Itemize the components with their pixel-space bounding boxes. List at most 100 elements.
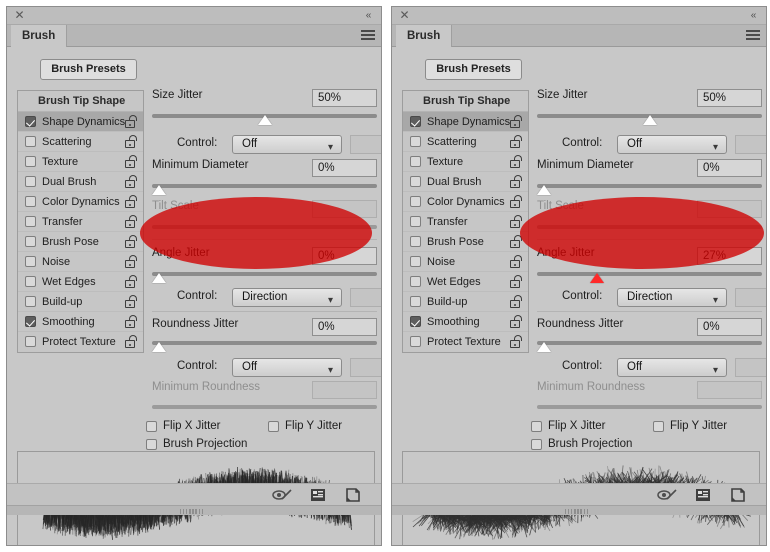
roundness-jitter-slider-thumb[interactable] bbox=[152, 342, 166, 352]
minimum-diameter-slider[interactable] bbox=[537, 184, 762, 188]
lock-icon[interactable] bbox=[125, 295, 137, 309]
lock-icon[interactable] bbox=[510, 275, 522, 289]
checkbox-box[interactable] bbox=[531, 421, 542, 432]
lock-icon[interactable] bbox=[125, 215, 137, 229]
lock-icon[interactable] bbox=[125, 315, 137, 329]
tab-brush[interactable]: Brush bbox=[11, 25, 68, 47]
checkbox-protect-texture[interactable] bbox=[410, 336, 421, 347]
panel-resize-gripbar[interactable] bbox=[392, 505, 766, 515]
option-row-transfer[interactable]: Transfer bbox=[403, 212, 528, 232]
checkbox-brush-pose[interactable] bbox=[25, 236, 36, 247]
option-row-transfer[interactable]: Transfer bbox=[18, 212, 143, 232]
angle-jitter-value[interactable]: 27% bbox=[697, 247, 762, 265]
option-row-shape-dynamics[interactable]: Shape Dynamics bbox=[18, 112, 143, 132]
option-row-wet-edges[interactable]: Wet Edges bbox=[18, 272, 143, 292]
option-row-scattering[interactable]: Scattering bbox=[18, 132, 143, 152]
lock-icon[interactable] bbox=[510, 215, 522, 229]
lock-icon[interactable] bbox=[510, 115, 522, 129]
lock-icon[interactable] bbox=[510, 195, 522, 209]
checkbox-color-dynamics[interactable] bbox=[410, 196, 421, 207]
lock-icon[interactable] bbox=[125, 235, 137, 249]
lock-icon[interactable] bbox=[510, 175, 522, 189]
roundness-jitter-value[interactable]: 0% bbox=[697, 318, 762, 336]
option-row-smoothing[interactable]: Smoothing bbox=[403, 312, 528, 332]
close-icon[interactable]: ✕ bbox=[398, 9, 411, 22]
checkbox-wet-edges[interactable] bbox=[410, 276, 421, 287]
option-row-brush-pose[interactable]: Brush Pose bbox=[18, 232, 143, 252]
collapse-chevrons-icon[interactable]: « bbox=[746, 10, 760, 22]
option-header-brush-tip-shape[interactable]: Brush Tip Shape bbox=[403, 91, 528, 112]
roundness-control-select[interactable]: Off ▾ bbox=[232, 358, 342, 377]
toggle-brush-preview-icon[interactable] bbox=[272, 487, 294, 503]
lock-icon[interactable] bbox=[510, 295, 522, 309]
checkbox-texture[interactable] bbox=[25, 156, 36, 167]
option-row-build-up[interactable]: Build-up bbox=[18, 292, 143, 312]
minimum-diameter-slider-thumb[interactable] bbox=[537, 185, 551, 195]
option-row-scattering[interactable]: Scattering bbox=[403, 132, 528, 152]
checkbox-smoothing[interactable] bbox=[25, 316, 36, 327]
minimum-diameter-value[interactable]: 0% bbox=[697, 159, 762, 177]
checkbox-wet-edges[interactable] bbox=[25, 276, 36, 287]
tab-brush[interactable]: Brush bbox=[396, 25, 453, 47]
checkbox-noise[interactable] bbox=[25, 256, 36, 267]
brush-presets-panel-icon[interactable] bbox=[695, 487, 711, 503]
option-row-color-dynamics[interactable]: Color Dynamics bbox=[403, 192, 528, 212]
checkbox-build-up[interactable] bbox=[410, 296, 421, 307]
checkbox-box[interactable] bbox=[531, 439, 542, 450]
option-row-smoothing[interactable]: Smoothing bbox=[18, 312, 143, 332]
checkbox-box[interactable] bbox=[268, 421, 279, 432]
size-jitter-value[interactable]: 50% bbox=[312, 89, 377, 107]
checkbox-protect-texture[interactable] bbox=[25, 336, 36, 347]
checkbox-noise[interactable] bbox=[410, 256, 421, 267]
lock-icon[interactable] bbox=[125, 335, 137, 349]
checkbox-scattering[interactable] bbox=[410, 136, 421, 147]
checkbox-smoothing[interactable] bbox=[410, 316, 421, 327]
size-jitter-slider-thumb[interactable] bbox=[258, 115, 272, 125]
checkbox-dual-brush[interactable] bbox=[410, 176, 421, 187]
angle-jitter-slider-thumb[interactable] bbox=[590, 273, 604, 283]
checkbox-transfer[interactable] bbox=[25, 216, 36, 227]
option-row-brush-pose[interactable]: Brush Pose bbox=[403, 232, 528, 252]
lock-icon[interactable] bbox=[510, 155, 522, 169]
brush-presets-panel-icon[interactable] bbox=[310, 487, 326, 503]
lock-icon[interactable] bbox=[125, 275, 137, 289]
close-icon[interactable]: ✕ bbox=[13, 9, 26, 22]
panel-menu-icon[interactable] bbox=[361, 30, 375, 41]
minimum-diameter-slider-thumb[interactable] bbox=[152, 185, 166, 195]
checkbox-brush-pose[interactable] bbox=[410, 236, 421, 247]
collapse-chevrons-icon[interactable]: « bbox=[361, 10, 375, 22]
roundness-control-select[interactable]: Off ▾ bbox=[617, 358, 727, 377]
angle-jitter-value[interactable]: 0% bbox=[312, 247, 377, 265]
roundness-jitter-slider-thumb[interactable] bbox=[537, 342, 551, 352]
option-row-color-dynamics[interactable]: Color Dynamics bbox=[18, 192, 143, 212]
panel-menu-icon[interactable] bbox=[746, 30, 760, 41]
option-row-build-up[interactable]: Build-up bbox=[403, 292, 528, 312]
checkbox-color-dynamics[interactable] bbox=[25, 196, 36, 207]
checkbox-transfer[interactable] bbox=[410, 216, 421, 227]
checkbox-scattering[interactable] bbox=[25, 136, 36, 147]
checkbox-shape-dynamics[interactable] bbox=[410, 116, 421, 127]
toggle-brush-preview-icon[interactable] bbox=[657, 487, 679, 503]
checkbox-box[interactable] bbox=[146, 439, 157, 450]
roundness-jitter-slider[interactable] bbox=[152, 341, 377, 345]
lock-icon[interactable] bbox=[510, 255, 522, 269]
roundness-jitter-value[interactable]: 0% bbox=[312, 318, 377, 336]
lock-icon[interactable] bbox=[125, 135, 137, 149]
angle-jitter-slider[interactable] bbox=[537, 272, 762, 276]
option-row-shape-dynamics[interactable]: Shape Dynamics bbox=[403, 112, 528, 132]
option-row-noise[interactable]: Noise bbox=[18, 252, 143, 272]
option-row-texture[interactable]: Texture bbox=[18, 152, 143, 172]
minimum-diameter-value[interactable]: 0% bbox=[312, 159, 377, 177]
angle-jitter-slider[interactable] bbox=[152, 272, 377, 276]
lock-icon[interactable] bbox=[125, 255, 137, 269]
size-control-select[interactable]: Off ▾ bbox=[232, 135, 342, 154]
lock-icon[interactable] bbox=[510, 135, 522, 149]
lock-icon[interactable] bbox=[510, 335, 522, 349]
angle-jitter-slider-thumb[interactable] bbox=[152, 273, 166, 283]
option-row-wet-edges[interactable]: Wet Edges bbox=[403, 272, 528, 292]
brush-presets-button[interactable]: Brush Presets bbox=[425, 59, 522, 80]
size-jitter-value[interactable]: 50% bbox=[697, 89, 762, 107]
option-row-dual-brush[interactable]: Dual Brush bbox=[403, 172, 528, 192]
size-jitter-slider-thumb[interactable] bbox=[643, 115, 657, 125]
lock-icon[interactable] bbox=[510, 235, 522, 249]
